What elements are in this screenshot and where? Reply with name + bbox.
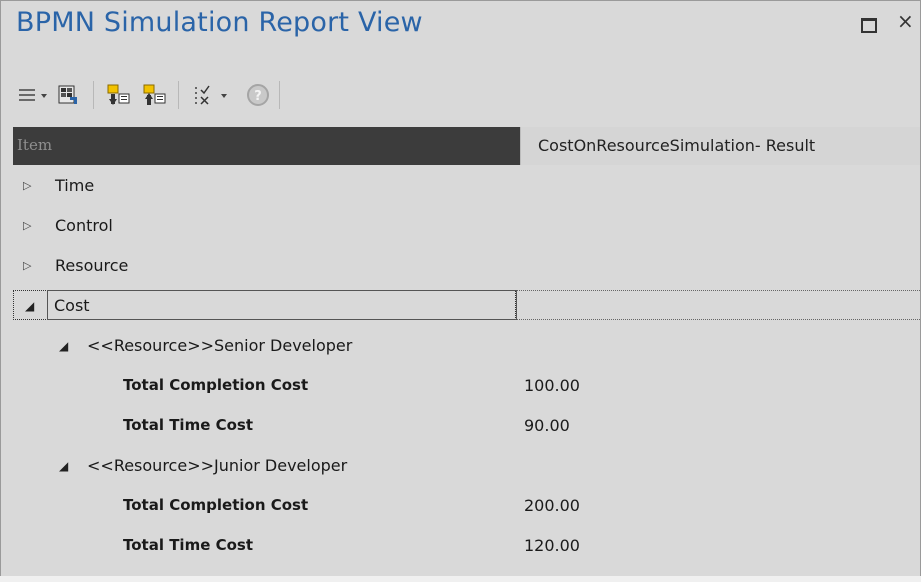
window-bottom-edge (0, 576, 921, 582)
result-value: 90.00 (524, 416, 570, 435)
tree-row-senior-time-cost[interactable]: Total Time Cost 90.00 (13, 407, 920, 447)
result-value: 200.00 (524, 496, 580, 515)
expand-all-icon (107, 84, 130, 105)
collapse-caret-icon[interactable]: ◢ (25, 299, 34, 313)
tree-label: <<Resource>>Junior Developer (87, 456, 348, 475)
collapse-caret-icon[interactable]: ◢ (59, 339, 68, 353)
expand-caret-icon[interactable]: ▷ (23, 179, 31, 192)
focus-rectangle-extension (516, 290, 920, 320)
maximize-icon[interactable] (861, 18, 877, 33)
tree-label: Total Time Cost (123, 536, 254, 554)
menu-button[interactable] (15, 80, 49, 110)
toolbar-separator (279, 81, 280, 109)
help-button[interactable]: ? (243, 80, 273, 110)
report-view-window: BPMN Simulation Report View × ? Item Cos… (0, 0, 921, 582)
options-button[interactable] (187, 80, 239, 110)
tree-row-senior-developer[interactable]: ◢ <<Resource>>Senior Developer (13, 327, 920, 367)
tree-row-junior-time-cost[interactable]: Total Time Cost 120.00 (13, 527, 920, 567)
close-icon[interactable]: × (897, 11, 914, 31)
tree-label: Total Completion Cost (123, 496, 309, 514)
window-title: BPMN Simulation Report View (16, 7, 423, 38)
result-value: 120.00 (524, 536, 580, 555)
toolbar-separator (93, 81, 94, 109)
collapse-caret-icon[interactable]: ◢ (59, 459, 68, 473)
tree-row-resource[interactable]: ▷ Resource (13, 247, 920, 287)
column-header-result[interactable]: CostOnResourceSimulation- Result (520, 127, 920, 165)
tree-row-cost[interactable]: ◢ Cost (13, 287, 920, 327)
tree-row-senior-completion-cost[interactable]: Total Completion Cost 100.00 (13, 367, 920, 407)
tree-label: Total Time Cost (123, 416, 254, 434)
tree-label: Resource (55, 256, 129, 275)
tree-row-control[interactable]: ▷ Control (13, 207, 920, 247)
menu-icon (19, 89, 47, 101)
tree-label: Total Completion Cost (123, 376, 309, 394)
svg-text:?: ? (254, 89, 262, 104)
tree-label: Time (55, 176, 95, 195)
options-icon (195, 85, 227, 105)
tree-label: Control (55, 216, 113, 235)
expand-caret-icon[interactable]: ▷ (23, 219, 31, 232)
collapse-all-icon (143, 84, 166, 105)
expand-caret-icon[interactable]: ▷ (23, 259, 31, 272)
tree-row-time[interactable]: ▷ Time (13, 167, 920, 207)
collapse-all-button[interactable] (137, 80, 171, 110)
help-icon: ? (247, 84, 269, 106)
tree-row-junior-developer[interactable]: ◢ <<Resource>>Junior Developer (13, 447, 920, 487)
tree-label: <<Resource>>Senior Developer (87, 336, 353, 355)
column-header-item[interactable]: Item (13, 127, 520, 165)
selection-box (47, 290, 517, 320)
title-bar: BPMN Simulation Report View × (1, 1, 920, 47)
toolbar-separator (178, 81, 179, 109)
tree-row-junior-completion-cost[interactable]: Total Completion Cost 200.00 (13, 487, 920, 527)
result-value: 100.00 (524, 376, 580, 395)
expand-all-button[interactable] (101, 80, 135, 110)
export-results-icon (58, 85, 77, 104)
column-header-row: Item CostOnResourceSimulation- Result (13, 127, 920, 165)
tree-label: Cost (54, 296, 90, 315)
export-results-button[interactable] (51, 80, 85, 110)
